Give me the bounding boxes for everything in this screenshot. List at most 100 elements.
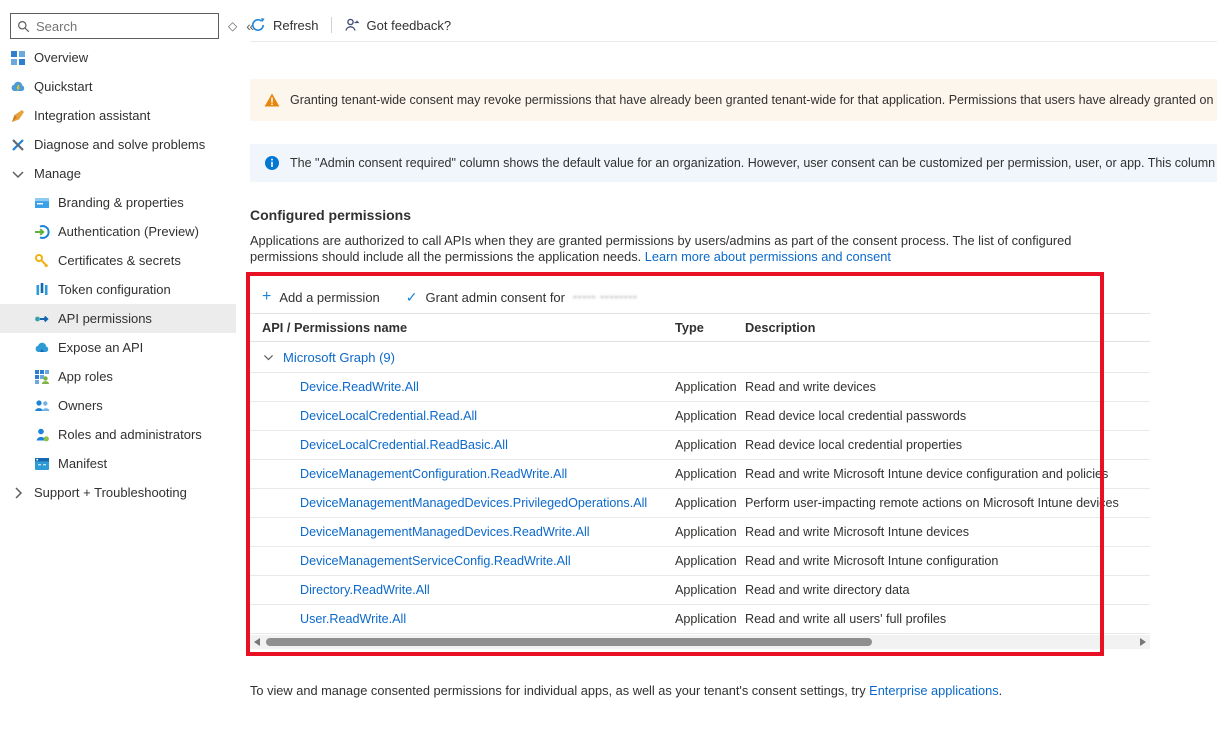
refresh-icon <box>250 17 266 33</box>
token-configuration-icon <box>34 282 50 298</box>
table-command-bar: + Add a permission ✓ Grant admin consent… <box>250 284 1150 310</box>
permission-row: DeviceLocalCredential.Read.All Applicati… <box>250 402 1150 431</box>
branding-icon <box>34 195 50 211</box>
permission-link[interactable]: DeviceLocalCredential.Read.All <box>250 409 675 423</box>
add-permission-button[interactable]: + Add a permission <box>262 289 380 305</box>
permission-type: Application <box>675 612 745 626</box>
permission-row: Device.ReadWrite.All Application Read an… <box>250 373 1150 402</box>
sidebar-item-diagnose[interactable]: Diagnose and solve problems <box>0 130 236 159</box>
add-permission-label: Add a permission <box>279 290 379 305</box>
permission-description: Read and write Microsoft Intune devices <box>745 525 1150 539</box>
scroll-left-arrow-icon[interactable] <box>254 638 260 646</box>
section-description: Applications are authorized to call APIs… <box>250 233 1142 265</box>
permission-description: Read device local credential properties <box>745 438 1150 452</box>
feedback-button[interactable]: Got feedback? <box>344 17 452 33</box>
integration-assistant-icon <box>10 108 26 124</box>
refresh-button[interactable]: Refresh <box>250 17 319 33</box>
permission-row: DeviceManagementConfiguration.ReadWrite.… <box>250 460 1150 489</box>
sidebar-item-certificates[interactable]: Certificates & secrets <box>0 246 236 275</box>
permission-link[interactable]: DeviceManagementServiceConfig.ReadWrite.… <box>250 554 675 568</box>
sidebar-item-app-roles[interactable]: App roles <box>0 362 236 391</box>
footer-note: To view and manage consented permissions… <box>250 683 1002 698</box>
roles-administrators-icon <box>34 427 50 443</box>
permission-link[interactable]: DeviceManagementManagedDevices.ReadWrite… <box>250 525 675 539</box>
permission-type: Application <box>675 438 745 452</box>
permission-type: Application <box>675 525 745 539</box>
manifest-icon <box>34 456 50 472</box>
plus-icon: + <box>262 289 271 305</box>
feedback-icon <box>344 17 360 33</box>
permission-type: Application <box>675 583 745 597</box>
permission-description: Read and write directory data <box>745 583 1150 597</box>
sidebar-item-overview[interactable]: Overview <box>0 43 236 72</box>
search-input[interactable] <box>36 19 212 34</box>
api-group-row-microsoft-graph[interactable]: Microsoft Graph (9) <box>250 342 1150 373</box>
warning-text: Granting tenant-wide consent may revoke … <box>290 93 1217 107</box>
column-header-name: API / Permissions name <box>250 320 675 335</box>
refresh-label: Refresh <box>273 18 319 33</box>
permission-row: DeviceManagementManagedDevices.Privilege… <box>250 489 1150 518</box>
enterprise-applications-link[interactable]: Enterprise applications <box>869 683 998 698</box>
feedback-label: Got feedback? <box>367 18 452 33</box>
permission-description: Perform user-impacting remote actions on… <box>745 496 1150 510</box>
permission-link[interactable]: Device.ReadWrite.All <box>250 380 675 394</box>
permission-type: Application <box>675 496 745 510</box>
sidebar-item-authentication[interactable]: Authentication (Preview) <box>0 217 236 246</box>
diagnose-tools-icon <box>10 137 26 153</box>
check-icon: ✓ <box>406 290 418 304</box>
column-header-type: Type <box>675 320 745 335</box>
sidebar-item-manifest[interactable]: Manifest <box>0 449 236 478</box>
permission-type: Application <box>675 467 745 481</box>
sidebar-group-manage[interactable]: Manage <box>0 159 236 188</box>
permission-type: Application <box>675 409 745 423</box>
main-content: Refresh Got feedback? Granting tenant-wi… <box>236 0 1217 738</box>
permission-link[interactable]: DeviceManagementConfiguration.ReadWrite.… <box>250 467 675 481</box>
permission-type: Application <box>675 554 745 568</box>
table-header-row: API / Permissions name Type Description <box>250 313 1150 342</box>
learn-more-link[interactable]: Learn more about permissions and consent <box>645 249 891 264</box>
warning-icon <box>264 92 280 108</box>
api-group-link[interactable]: Microsoft Graph (9) <box>283 350 395 365</box>
sidebar-item-api-permissions[interactable]: API permissions <box>0 304 236 333</box>
tenant-name-redacted: ----- -------- <box>573 291 638 303</box>
permission-link[interactable]: DeviceManagementManagedDevices.Privilege… <box>250 496 675 510</box>
authentication-icon <box>34 224 50 240</box>
toolbar-divider <box>331 17 332 33</box>
horizontal-scrollbar[interactable] <box>250 635 1150 649</box>
info-icon <box>264 155 280 171</box>
permission-link[interactable]: Directory.ReadWrite.All <box>250 583 675 597</box>
scroll-right-arrow-icon[interactable] <box>1140 638 1146 646</box>
sidebar-item-expose-api[interactable]: Expose an API <box>0 333 236 362</box>
sidebar-search-row: ◇ « <box>10 13 228 39</box>
scrollbar-thumb[interactable] <box>266 638 872 646</box>
app-roles-icon <box>34 369 50 385</box>
grant-admin-consent-button[interactable]: ✓ Grant admin consent for ----- -------- <box>406 290 638 305</box>
cloud-icon <box>34 340 50 356</box>
toolbar-bottom-divider <box>250 41 1217 42</box>
permission-type: Application <box>675 380 745 394</box>
search-box[interactable] <box>10 13 219 39</box>
sidebar-item-token-configuration[interactable]: Token configuration <box>0 275 236 304</box>
sidebar-item-integration-assistant[interactable]: Integration assistant <box>0 101 236 130</box>
sidebar-nav: Overview Quickstart Integration assistan… <box>0 43 236 507</box>
footer-text: To view and manage consented permissions… <box>250 683 869 698</box>
sidebar-item-branding[interactable]: Branding & properties <box>0 188 236 217</box>
permission-link[interactable]: DeviceLocalCredential.ReadBasic.All <box>250 438 675 452</box>
permission-row: DeviceLocalCredential.ReadBasic.All Appl… <box>250 431 1150 460</box>
column-header-description: Description <box>745 320 1150 335</box>
sidebar-item-roles-administrators[interactable]: Roles and administrators <box>0 420 236 449</box>
group-chevron-down-icon <box>262 351 275 364</box>
search-icon <box>17 20 30 33</box>
warning-banner: Granting tenant-wide consent may revoke … <box>250 79 1217 121</box>
permission-description: Read device local credential passwords <box>745 409 1150 423</box>
permission-link[interactable]: User.ReadWrite.All <box>250 612 675 626</box>
sidebar: ◇ « Overview Quickstart Integration assi… <box>0 0 236 738</box>
sidebar-group-support-troubleshooting[interactable]: Support + Troubleshooting <box>0 478 236 507</box>
sidebar-item-quickstart[interactable]: Quickstart <box>0 72 236 101</box>
permission-description: Read and write all users' full profiles <box>745 612 1150 626</box>
permission-row: DeviceManagementManagedDevices.ReadWrite… <box>250 518 1150 547</box>
sidebar-item-owners[interactable]: Owners <box>0 391 236 420</box>
quickstart-icon <box>10 79 26 95</box>
key-icon <box>34 253 50 269</box>
permission-row: Directory.ReadWrite.All Application Read… <box>250 576 1150 605</box>
